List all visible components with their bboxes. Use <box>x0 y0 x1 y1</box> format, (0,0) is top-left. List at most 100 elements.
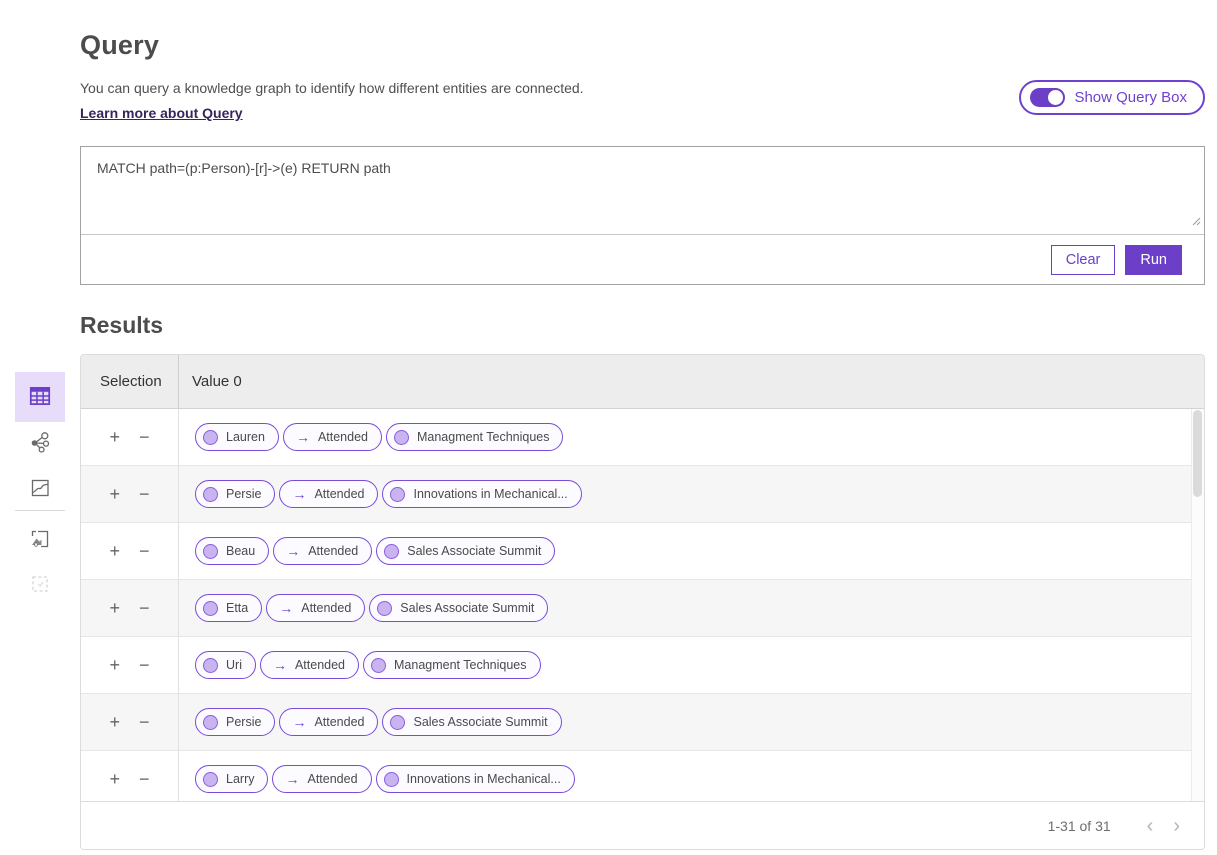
table-scrollbar[interactable] <box>1191 409 1204 801</box>
link-chart-view-icon <box>28 442 52 457</box>
entity-chip-target[interactable]: Innovations in Mechanical... <box>382 480 581 508</box>
remove-from-selection-button[interactable]: − <box>137 542 152 560</box>
entity-node-icon <box>371 658 386 673</box>
target-chip-label: Sales Associate Summit <box>413 715 547 729</box>
link-chart-view-button[interactable] <box>28 430 52 454</box>
results-rows: + − Lauren → Attended Managment Techniqu… <box>81 409 1204 801</box>
selection-cell: + − <box>81 751 179 801</box>
add-to-selection-button[interactable]: + <box>107 713 122 731</box>
entity-chip-source[interactable]: Lauren <box>195 423 279 451</box>
unavailable-view-icon <box>28 584 52 599</box>
relation-arrow-icon: → <box>285 772 299 786</box>
selection-cell: + − <box>81 523 179 579</box>
entity-chip-source[interactable]: Etta <box>195 594 262 622</box>
clear-button[interactable]: Clear <box>1051 245 1116 275</box>
target-chip-label: Managment Techniques <box>394 658 527 672</box>
entity-node-icon <box>203 658 218 673</box>
relationship-chip[interactable]: → Attended <box>273 537 372 565</box>
remove-from-selection-button[interactable]: − <box>137 485 152 503</box>
remove-from-selection-button[interactable]: − <box>137 428 152 446</box>
table-row: + − Persie → Attended Innovations in Mec… <box>81 466 1204 523</box>
show-query-box-toggle[interactable]: Show Query Box <box>1019 80 1205 115</box>
toolbar-divider <box>15 510 65 511</box>
relation-arrow-icon: → <box>292 487 306 501</box>
relation-arrow-icon: → <box>279 601 293 615</box>
entity-chip-target[interactable]: Sales Associate Summit <box>376 537 555 565</box>
entity-node-icon <box>390 487 405 502</box>
entity-chip-target[interactable]: Sales Associate Summit <box>382 708 561 736</box>
target-chip-label: Innovations in Mechanical... <box>413 487 567 501</box>
add-to-selection-button[interactable]: + <box>107 770 122 788</box>
add-to-selection-button[interactable]: + <box>107 542 122 560</box>
page-title: Query <box>80 30 1205 61</box>
entity-node-icon <box>394 430 409 445</box>
table-row: + − Larry → Attended Innovations in Mech… <box>81 751 1204 801</box>
remove-from-selection-button[interactable]: − <box>137 770 152 788</box>
remove-from-selection-button[interactable]: − <box>137 713 152 731</box>
new-map-icon <box>28 539 52 554</box>
results-title: Results <box>80 312 1205 339</box>
learn-more-link[interactable]: Learn more about Query <box>80 105 243 121</box>
relationship-chip[interactable]: → Attended <box>260 651 359 679</box>
add-to-selection-button[interactable]: + <box>107 428 122 446</box>
path-cell: Beau → Attended Sales Associate Summit <box>179 523 1204 579</box>
query-box: Clear Run <box>80 146 1205 285</box>
table-view-button[interactable] <box>15 372 65 422</box>
relation-arrow-icon: → <box>273 658 287 672</box>
relationship-chip[interactable]: → Attended <box>279 480 378 508</box>
scrollbar-thumb[interactable] <box>1193 410 1202 497</box>
selection-cell: + − <box>81 409 179 465</box>
entity-chip-source[interactable]: Uri <box>195 651 256 679</box>
path-cell: Lauren → Attended Managment Techniques <box>179 409 1204 465</box>
path-cell: Etta → Attended Sales Associate Summit <box>179 580 1204 636</box>
add-to-selection-button[interactable]: + <box>107 599 122 617</box>
target-chip-label: Sales Associate Summit <box>400 601 534 615</box>
main-content: Query You can query a knowledge graph to… <box>80 0 1205 850</box>
entity-node-icon <box>384 772 399 787</box>
pagination-range: 1-31 of 31 <box>1048 818 1111 834</box>
results-table-body: + − Lauren → Attended Managment Techniqu… <box>81 409 1204 801</box>
unavailable-view-button <box>28 572 52 596</box>
relationship-chip[interactable]: → Attended <box>283 423 382 451</box>
entity-node-icon <box>377 601 392 616</box>
path-cell: Persie → Attended Sales Associate Summit <box>179 694 1204 750</box>
add-to-selection-button[interactable]: + <box>107 485 122 503</box>
previous-page-button[interactable]: ‹ <box>1137 814 1164 838</box>
entity-chip-target[interactable]: Managment Techniques <box>386 423 564 451</box>
entity-chip-source[interactable]: Persie <box>195 708 275 736</box>
new-map-button[interactable] <box>28 527 52 551</box>
table-row: + − Uri → Attended Managment Techniques <box>81 637 1204 694</box>
column-header-selection: Selection <box>81 355 179 408</box>
table-row: + − Etta → Attended Sales Associate Summ… <box>81 580 1204 637</box>
relationship-chip[interactable]: → Attended <box>266 594 365 622</box>
next-page-button[interactable]: › <box>1163 814 1190 838</box>
entity-chip-target[interactable]: Managment Techniques <box>363 651 541 679</box>
relation-arrow-icon: → <box>292 715 306 729</box>
run-button[interactable]: Run <box>1125 245 1182 275</box>
intro-text: You can query a knowledge graph to ident… <box>80 80 584 96</box>
relation-arrow-icon: → <box>296 430 310 444</box>
entity-chip-target[interactable]: Innovations in Mechanical... <box>376 765 575 793</box>
source-chip-label: Lauren <box>226 430 265 444</box>
entity-chip-source[interactable]: Beau <box>195 537 269 565</box>
query-actions: Clear Run <box>81 235 1204 284</box>
entity-chip-source[interactable]: Persie <box>195 480 275 508</box>
relation-chip-label: Attended <box>318 430 368 444</box>
results-table: Selection Value 0 + − Lauren → Attended … <box>80 354 1205 850</box>
entity-chip-source[interactable]: Larry <box>195 765 268 793</box>
entity-node-icon <box>203 544 218 559</box>
add-to-selection-button[interactable]: + <box>107 656 122 674</box>
entity-node-icon <box>203 430 218 445</box>
intro-block: You can query a knowledge graph to ident… <box>80 80 584 123</box>
relationship-chip[interactable]: → Attended <box>279 708 378 736</box>
remove-from-selection-button[interactable]: − <box>137 599 152 617</box>
relationship-chip[interactable]: → Attended <box>272 765 371 793</box>
map-view-button[interactable] <box>28 476 52 500</box>
results-table-header: Selection Value 0 <box>81 355 1204 409</box>
source-chip-label: Persie <box>226 715 261 729</box>
query-input[interactable] <box>81 147 1204 234</box>
path-cell: Persie → Attended Innovations in Mechani… <box>179 466 1204 522</box>
entity-node-icon <box>203 601 218 616</box>
remove-from-selection-button[interactable]: − <box>137 656 152 674</box>
entity-chip-target[interactable]: Sales Associate Summit <box>369 594 548 622</box>
